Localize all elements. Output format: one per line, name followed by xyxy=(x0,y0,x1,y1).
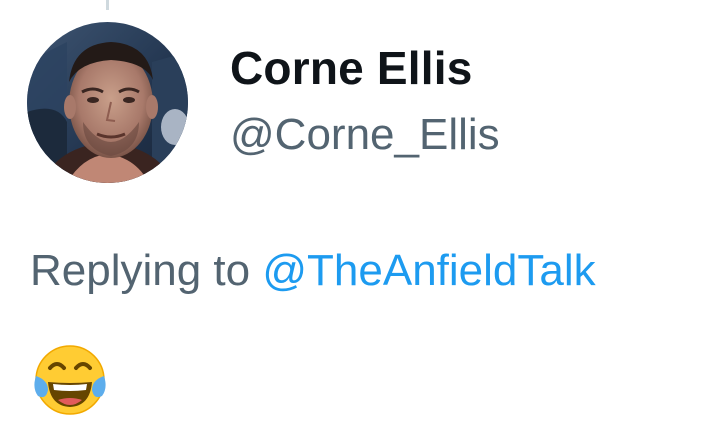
tweet-text: 😂 xyxy=(30,340,110,420)
replying-to-line: Replying to @TheAnfieldTalk xyxy=(30,243,596,299)
author-names: Corne Ellis @Corne_Ellis xyxy=(230,40,500,162)
avatar-photo xyxy=(27,22,188,183)
author-display-name[interactable]: Corne Ellis xyxy=(230,40,500,96)
face-with-tears-of-joy-emoji-icon xyxy=(34,345,106,415)
author-handle[interactable]: @Corne_Ellis xyxy=(230,108,500,162)
replying-to-mention-link[interactable]: @TheAnfieldTalk xyxy=(262,246,595,295)
replying-to-label: Replying to xyxy=(30,246,263,295)
thread-connector-line xyxy=(106,0,109,10)
author-avatar[interactable] xyxy=(27,22,188,183)
